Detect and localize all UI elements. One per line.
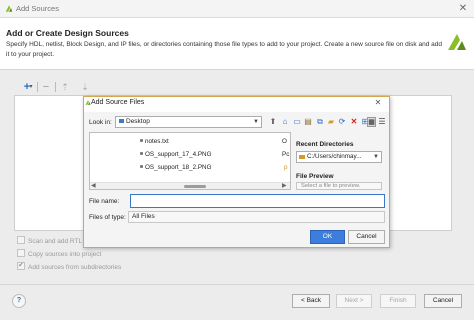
- network-icon[interactable]: ⧉: [315, 117, 325, 127]
- file-type-field[interactable]: All Files: [128, 211, 385, 223]
- add-subdirs-label: Add sources from subdirectories: [28, 264, 122, 271]
- window-title-bar: [0, 0, 474, 18]
- window-title: Add Sources: [16, 4, 59, 13]
- list-item[interactable]: notes.txt: [140, 138, 169, 145]
- file-preview-label: File Preview: [296, 173, 334, 180]
- app-logo-icon: [5, 5, 13, 12]
- dialog-title: Add Source Files: [91, 99, 145, 106]
- list-item[interactable]: OS_support_18_2.PNG: [140, 164, 212, 171]
- list-item[interactable]: O: [282, 138, 287, 145]
- finish-button[interactable]: Finish: [380, 294, 416, 308]
- add-subdirs-option[interactable]: Add sources from subdirectories: [17, 261, 122, 271]
- recent-directory-value: C:/Users/chinmay...: [307, 153, 362, 160]
- add-dropdown-chevron-icon[interactable]: ▾: [27, 80, 35, 94]
- help-button[interactable]: ?: [12, 294, 26, 308]
- page-description: Specify HDL, netlist, Block Design, and …: [6, 41, 442, 58]
- add-subdirs-checkbox[interactable]: [17, 261, 25, 270]
- page-title: Add or Create Design Sources: [6, 28, 129, 38]
- list-item[interactable]: OS_support_17_4.PNG: [140, 151, 212, 158]
- remove-source-button[interactable]: −: [39, 80, 53, 94]
- toolbar-divider: [37, 82, 38, 92]
- chevron-down-icon: ▼: [373, 154, 379, 160]
- computer-icon[interactable]: ▭: [292, 117, 302, 127]
- scroll-left-icon[interactable]: ◀: [91, 182, 96, 189]
- file-name-label: File name:: [89, 198, 120, 205]
- move-down-button[interactable]: ⇣: [78, 80, 92, 94]
- look-in-value: Desktop: [126, 118, 150, 125]
- list-item[interactable]: p: [284, 164, 288, 171]
- ok-button[interactable]: OK: [310, 230, 345, 244]
- file-icon: [140, 152, 143, 155]
- details-view-icon[interactable]: ☰: [377, 117, 387, 127]
- footer-divider: [0, 284, 474, 285]
- toolbar-divider: [55, 82, 56, 92]
- cancel-button[interactable]: Cancel: [424, 294, 462, 308]
- xilinx-logo-icon: [448, 34, 466, 50]
- scrollbar-thumb[interactable]: [184, 185, 206, 188]
- delete-icon[interactable]: ✕: [349, 117, 359, 127]
- file-preview-placeholder: Select a file to preview.: [301, 183, 361, 189]
- file-name-input[interactable]: [130, 194, 385, 208]
- refresh-icon[interactable]: ⟳: [337, 117, 347, 127]
- list-view-icon[interactable]: ▦: [367, 117, 376, 127]
- new-folder-icon[interactable]: ▰: [326, 117, 336, 127]
- file-preview-box: Select a file to preview.: [296, 182, 382, 190]
- chevron-down-icon: ▼: [253, 119, 259, 125]
- dialog-close-button[interactable]: ✕: [372, 97, 384, 109]
- copy-sources-option[interactable]: Copy sources into project: [17, 249, 101, 258]
- scan-rtl-label: Scan and add RTL: [28, 238, 83, 245]
- scroll-right-icon[interactable]: ▶: [282, 182, 287, 189]
- horizontal-scrollbar[interactable]: ◀ ▶: [90, 182, 290, 189]
- copy-sources-label: Copy sources into project: [28, 251, 102, 258]
- home-icon[interactable]: ⌂: [280, 117, 290, 127]
- desktop-icon: [119, 119, 124, 123]
- list-item[interactable]: Pc: [282, 151, 289, 158]
- folder-icon: [299, 155, 305, 159]
- scan-rtl-checkbox[interactable]: [17, 236, 25, 244]
- file-icon: [140, 165, 143, 168]
- next-button[interactable]: Next >: [336, 294, 372, 308]
- copy-sources-checkbox[interactable]: [17, 249, 25, 257]
- recent-directories-label: Recent Directories: [296, 141, 354, 148]
- dialog-cancel-button[interactable]: Cancel: [348, 230, 385, 244]
- file-icon: [140, 139, 143, 142]
- scan-rtl-option[interactable]: Scan and add RTL: [17, 236, 82, 245]
- recent-directories-dropdown[interactable]: C:/Users/chinmay... ▼: [296, 151, 382, 163]
- project-folder-icon[interactable]: ▤: [303, 117, 313, 127]
- look-in-dropdown[interactable]: Desktop ▼: [115, 116, 262, 128]
- file-type-label: Files of type:: [89, 214, 126, 221]
- back-button[interactable]: < Back: [292, 294, 330, 308]
- window-close-button[interactable]: ✕: [456, 2, 470, 16]
- up-folder-icon[interactable]: ⬆: [268, 117, 278, 127]
- look-in-label: Look in:: [89, 119, 112, 126]
- move-up-button[interactable]: ⇡: [58, 80, 72, 94]
